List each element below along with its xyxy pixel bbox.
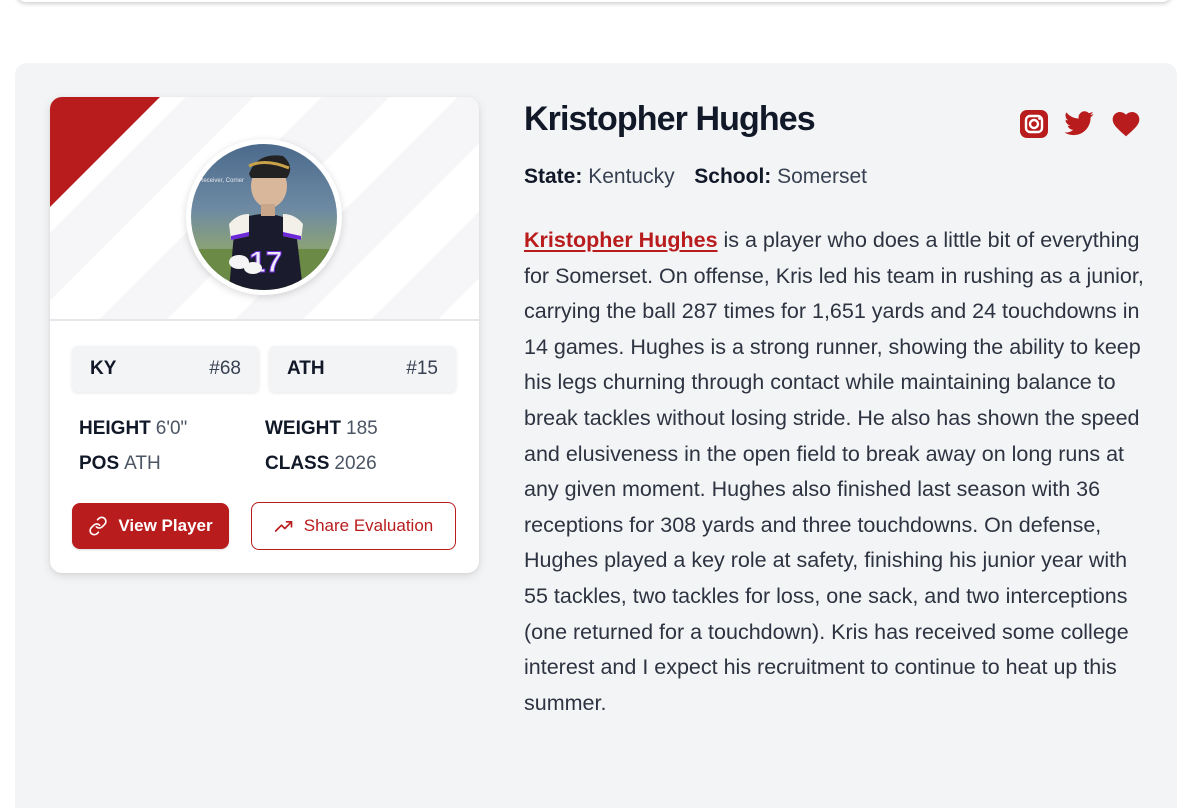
card-banner: 17 Receiver, Corner (50, 97, 479, 321)
twitter-icon (1064, 111, 1094, 136)
player-bio: Kristopher Hughes is a player who does a… (524, 223, 1154, 721)
weight-label: WEIGHT (265, 418, 341, 439)
class-attribute: CLASS 2026 (265, 453, 377, 475)
weight-value: 185 (346, 418, 378, 439)
state-value: Kentucky (588, 165, 675, 188)
pos-attribute: POS ATH (79, 453, 161, 475)
state-label: State: (524, 165, 583, 188)
position-rank: #15 (406, 358, 438, 379)
player-meta: State: Kentucky School: Somerset (524, 165, 867, 189)
instagram-icon (1020, 110, 1048, 138)
school-value: Somerset (777, 165, 867, 188)
position-abbr: ATH (287, 358, 325, 379)
height-label: HEIGHT (79, 418, 151, 439)
player-photo: 17 Receiver, Corner (191, 144, 337, 290)
pos-value: ATH (124, 453, 161, 474)
avatar: 17 Receiver, Corner (186, 139, 342, 295)
twitter-link[interactable] (1063, 108, 1095, 140)
class-value: 2026 (334, 453, 377, 474)
height-value: 6'0" (155, 418, 188, 439)
school-label: School: (694, 165, 772, 188)
state-abbr: KY (90, 358, 117, 379)
heart-icon (1112, 112, 1140, 137)
share-evaluation-button[interactable]: Share Evaluation (251, 502, 456, 550)
share-evaluation-label: Share Evaluation (303, 516, 434, 535)
state-rank-badge: KY #68 (72, 346, 259, 392)
instagram-link[interactable] (1018, 108, 1050, 140)
state-rank: #68 (209, 358, 241, 379)
player-name-link[interactable]: Kristopher Hughes (524, 228, 718, 252)
link-icon (89, 516, 108, 536)
pos-label: POS (79, 453, 120, 474)
photo-caption: Receiver, Corner (199, 178, 244, 184)
position-rank-badge: ATH #15 (269, 346, 456, 392)
height-attribute: HEIGHT 6'0" (79, 418, 187, 440)
view-player-label: View Player (118, 516, 213, 535)
class-label: CLASS (265, 453, 330, 474)
previous-card-edge (16, 0, 1172, 2)
card-corner-accent (50, 97, 160, 207)
bio-text: is a player who does a little bit of eve… (524, 228, 1144, 715)
favorite-button[interactable] (1110, 108, 1142, 140)
trending-up-icon (274, 521, 293, 532)
player-card: 17 Receiver, Corner KY #68 ATH #15 HEIGH… (50, 97, 479, 573)
player-name: Kristopher Hughes (524, 100, 816, 138)
weight-attribute: WEIGHT 185 (265, 418, 378, 440)
view-player-button[interactable]: View Player (72, 503, 229, 549)
